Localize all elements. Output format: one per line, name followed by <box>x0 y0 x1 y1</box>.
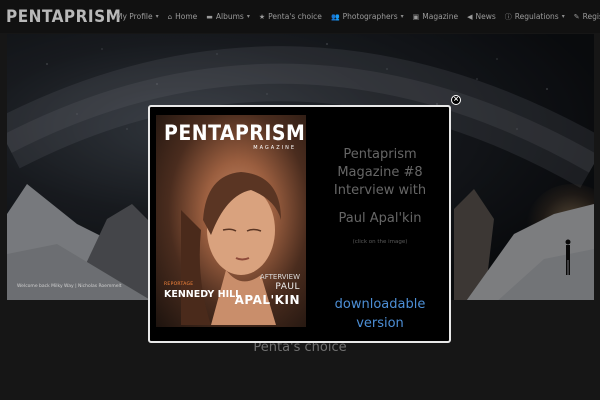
home-icon: ⌂ <box>167 12 173 21</box>
close-icon[interactable]: × <box>451 95 461 105</box>
modal-headline-line-2: Magazine #8 <box>337 165 423 180</box>
magazine-modal: PENTAPRISM MAGAZINE REPORTAGE KENNEDY HI… <box>148 105 451 343</box>
nav-magazine-label: Magazine <box>422 12 459 21</box>
download-link-line-2[interactable]: version <box>315 316 445 331</box>
nav-home-label: Home <box>175 12 198 21</box>
nav-news-label: News <box>475 12 496 21</box>
nav-albums-label: Albums <box>215 12 244 21</box>
main-nav: My Profile ▾ ⌂ Home ▬ Albums ▾ ★ Penta's… <box>116 0 600 33</box>
nav-albums[interactable]: ▬ Albums ▾ <box>206 12 250 21</box>
cover-title: PENTAPRISM <box>164 121 306 145</box>
cover-subtitle: MAGAZINE <box>253 145 296 151</box>
nav-my-profile[interactable]: My Profile ▾ <box>116 12 159 21</box>
nav-regulations[interactable]: ⓘ Regulations ▾ <box>505 12 565 22</box>
magazine-cover-image[interactable]: PENTAPRISM MAGAZINE REPORTAGE KENNEDY HI… <box>156 115 306 327</box>
cover-interview-firstname: PAUL <box>275 282 300 292</box>
chevron-down-icon: ▾ <box>400 13 404 20</box>
nav-photographers-label: Photographers <box>342 12 398 21</box>
star-icon: ★ <box>258 12 266 21</box>
modal-headline-line-4: Paul Apal'kin <box>338 211 422 226</box>
bullhorn-icon: ◀ <box>467 12 473 21</box>
modal-headline-line-3: Interview with <box>333 183 427 198</box>
nav-home[interactable]: ⌂ Home <box>168 12 198 21</box>
chevron-down-icon: ▾ <box>561 13 565 20</box>
download-link-line-1[interactable]: downloadable <box>315 297 445 312</box>
cover-interview-kicker: AFTERVIEW <box>259 273 300 281</box>
cover-reportage-kicker: REPORTAGE <box>164 282 194 287</box>
cover-reportage-name: KENNEDY HILL <box>164 289 242 300</box>
nav-regulations-label: Regulations <box>514 12 559 21</box>
nav-pentas-choice[interactable]: ★ Penta's choice <box>259 12 322 21</box>
info-icon: ⓘ <box>504 12 512 21</box>
pencil-icon: ✎ <box>573 12 580 21</box>
cover-interview-lastname: APAL'KIN <box>234 293 300 307</box>
nav-news[interactable]: ◀ News <box>467 12 496 21</box>
top-navigation-bar: PENTAPRISM My Profile ▾ ⌂ Home ▬ Albums … <box>0 0 600 33</box>
nav-pentas-choice-label: Penta's choice <box>268 12 322 21</box>
nav-photographers[interactable]: 👥 Photographers ▾ <box>331 12 404 21</box>
modal-hint: (click on the image) <box>352 239 408 245</box>
nav-register[interactable]: ✎ Register ▾ <box>574 12 600 21</box>
site-logo[interactable]: PENTAPRISM <box>6 7 121 27</box>
chevron-down-icon: ▾ <box>246 13 250 20</box>
nav-magazine[interactable]: ▣ Magazine <box>413 12 458 21</box>
modal-headline-line-1: Pentaprism <box>343 147 417 162</box>
book-icon: ▣ <box>412 12 420 21</box>
users-icon: 👥 <box>330 12 340 21</box>
nav-register-label: Register <box>582 12 600 21</box>
hero-caption: Welcome back Milky Way | Nicholas Roemme… <box>17 284 122 289</box>
nav-my-profile-label: My Profile <box>116 12 153 21</box>
chevron-down-icon: ▾ <box>155 13 159 20</box>
folder-icon: ▬ <box>206 12 213 21</box>
